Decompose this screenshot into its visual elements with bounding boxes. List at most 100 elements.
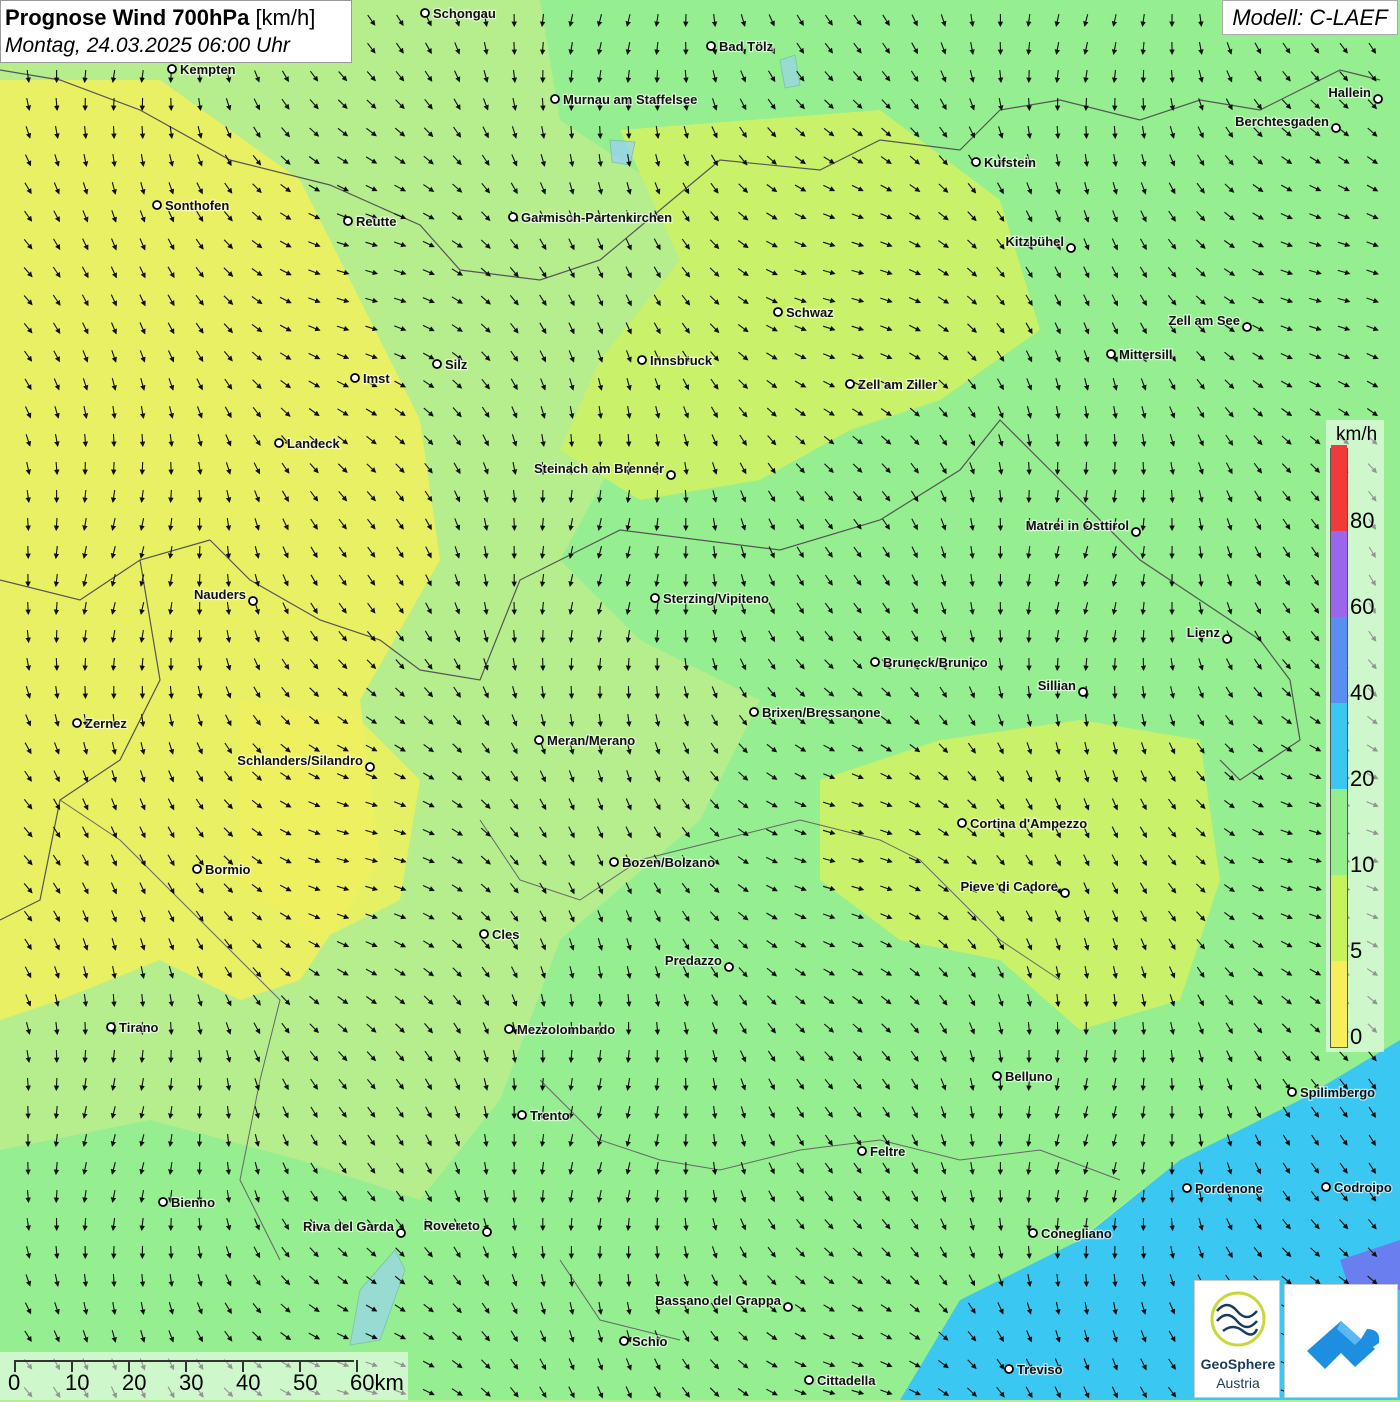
- legend-swatch: [1331, 703, 1347, 789]
- city-label: Bormio: [205, 862, 251, 877]
- city-marker: Schongau: [421, 6, 496, 21]
- city-dot: [397, 1229, 405, 1237]
- city-dot: [707, 42, 715, 50]
- city-dot: [972, 158, 980, 166]
- city-dot: [620, 1337, 628, 1345]
- city-dot: [1029, 1229, 1037, 1237]
- wind-arrow: [657, 70, 658, 82]
- wind-arrow: [114, 98, 115, 110]
- city-dot: [518, 1111, 526, 1119]
- city-label: Murnau am Staffelsee: [563, 92, 697, 107]
- wind-arrow: [686, 630, 687, 642]
- city-label: Cles: [492, 927, 519, 942]
- wind-arrow: [199, 1134, 200, 1146]
- scale-label: 30: [179, 1370, 203, 1396]
- city-marker: Sonthofen: [153, 198, 229, 213]
- city-label: Zell am See: [1168, 313, 1240, 328]
- city-marker: Murnau am Staffelsee: [551, 92, 697, 107]
- wind-arrow: [543, 630, 544, 642]
- city-label: Nauders: [194, 587, 246, 602]
- city-dot: [551, 95, 559, 103]
- wind-arrow: [199, 546, 200, 558]
- wind-arrow: [1000, 1190, 1001, 1202]
- wind-arrow: [571, 686, 572, 698]
- city-marker: Innsbruck: [638, 353, 713, 368]
- city-label: Mezzolombardo: [517, 1022, 615, 1037]
- wind-arrow: [1086, 126, 1087, 138]
- geosphere-logo[interactable]: GeoSphere Austria: [1194, 1280, 1280, 1398]
- city-dot: [73, 719, 81, 727]
- wind-arrow: [56, 658, 57, 670]
- legend-label: 10: [1350, 852, 1374, 878]
- city-marker: Bruneck/Brunico: [871, 655, 988, 670]
- city-marker: Garmisch-Partenkirchen: [509, 210, 672, 225]
- wind-arrow: [85, 658, 86, 670]
- city-dot: [1243, 323, 1251, 331]
- city-dot: [638, 356, 646, 364]
- city-dot: [421, 9, 429, 17]
- city-marker: Conegliano: [1029, 1226, 1112, 1241]
- city-dot: [774, 308, 782, 316]
- city-label: Sillian: [1038, 678, 1076, 693]
- city-dot: [505, 1025, 513, 1033]
- city-label: Cittadella: [817, 1373, 876, 1388]
- legend-label: 5: [1350, 938, 1362, 964]
- city-label: Schongau: [433, 6, 496, 21]
- city-dot: [610, 858, 618, 866]
- city-label: Berchtesgaden: [1235, 114, 1329, 129]
- city-dot: [351, 374, 359, 382]
- distance-scalebar: 0102030405060km: [0, 1352, 408, 1400]
- wind-arrow: [1029, 630, 1030, 642]
- legend-swatch: [1331, 789, 1347, 875]
- city-label: Sterzing/Vipiteno: [663, 591, 769, 606]
- city-dot: [958, 819, 966, 827]
- legend-swatch: [1331, 875, 1347, 961]
- legend-swatch: [1331, 531, 1347, 617]
- legend-color-bar: [1330, 448, 1348, 1048]
- city-dot: [1079, 688, 1087, 696]
- weather-app-logo[interactable]: [1284, 1284, 1398, 1398]
- city-label: Landeck: [287, 436, 341, 451]
- city-label: Bozen/Bolzano: [622, 855, 715, 870]
- city-label: Pordenone: [1195, 1181, 1263, 1196]
- city-dot: [107, 1023, 115, 1031]
- city-dot: [651, 594, 659, 602]
- scale-label: 50: [293, 1370, 317, 1396]
- city-label: Hallein: [1328, 85, 1371, 100]
- forecast-datetime: Montag, 24.03.2025 06:00 Uhr: [5, 32, 347, 60]
- city-label: Codroipo: [1334, 1180, 1392, 1195]
- city-label: Bad Tölz: [719, 39, 774, 54]
- city-marker: Brixen/Bressanone: [750, 705, 881, 720]
- geosphere-subtitle: Austria: [1195, 1375, 1281, 1391]
- legend-label: 20: [1350, 766, 1374, 792]
- city-dot: [1332, 124, 1340, 132]
- city-label: Spilimbergo: [1300, 1085, 1375, 1100]
- city-dot: [275, 439, 283, 447]
- wind-arrow: [142, 462, 143, 474]
- legend-label: 40: [1350, 680, 1374, 706]
- city-dot: [805, 1376, 813, 1384]
- city-label: Bassano del Grappa: [655, 1293, 781, 1308]
- city-label: Riva del Garda: [303, 1219, 395, 1234]
- city-dot: [750, 708, 758, 716]
- wind-arrow: [600, 434, 601, 446]
- city-dot: [858, 1147, 866, 1155]
- legend-swatch: [1331, 961, 1347, 1047]
- city-dot: [159, 1198, 167, 1206]
- city-label: Lienz: [1187, 625, 1221, 640]
- city-dot: [784, 1303, 792, 1311]
- color-legend: km/h 051020406080: [1326, 420, 1384, 1052]
- legend-swatch: [1331, 617, 1347, 703]
- city-label: Reutte: [356, 214, 396, 229]
- wind-arrow: [56, 1078, 57, 1090]
- city-marker: Sterzing/Vipiteno: [651, 591, 769, 606]
- model-label: Modell: C-LAEF: [1222, 0, 1398, 35]
- legend-label: 60: [1350, 594, 1374, 620]
- city-label: Cortina d'Ampezzo: [970, 816, 1087, 831]
- city-dot: [1132, 528, 1140, 536]
- scale-label: 10: [65, 1370, 89, 1396]
- city-label: Conegliano: [1041, 1226, 1112, 1241]
- city-label: Treviso: [1017, 1362, 1063, 1377]
- city-label: Matrei in Osttirol: [1026, 518, 1129, 533]
- wind-arrow: [199, 574, 200, 586]
